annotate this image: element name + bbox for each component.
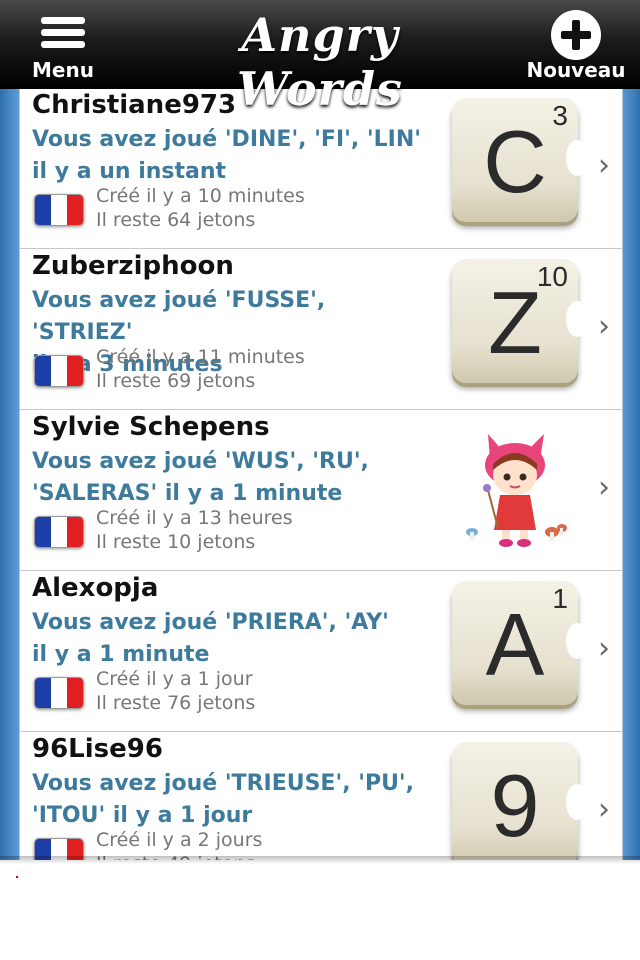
game-row[interactable]: Zuberziphoon Vous avez joué 'FUSSE', 'ST… <box>20 249 622 410</box>
opponent-name: Sylvie Schepens <box>32 412 270 442</box>
game-meta: Créé il y a 1 jour Il reste 76 jetons <box>96 667 255 715</box>
tile-points: 10 <box>536 261 568 292</box>
last-move-line: Vous avez joué 'TRIEUSE', 'PU', <box>32 771 415 796</box>
hamburger-icon <box>41 17 85 53</box>
tile-letter: 9 <box>490 756 540 855</box>
opponent-tile: C 3 <box>452 98 588 222</box>
last-move-text: Vous avez joué 'PRIERA', 'AY' il y a 1 m… <box>32 607 432 671</box>
girl-avatar-icon <box>466 434 567 547</box>
last-move-line: Vous avez joué 'DINE', 'FI', 'LIN' <box>32 127 421 152</box>
plus-circle-icon <box>551 10 601 60</box>
game-row[interactable]: Sylvie Schepens Vous avez joué 'WUS', 'R… <box>20 410 622 571</box>
new-game-button[interactable]: Nouveau <box>522 0 630 88</box>
created-text: Créé il y a 2 jours <box>96 829 263 851</box>
stray-dot <box>16 876 18 878</box>
last-move-line: Vous avez joué 'FUSSE', 'STRIEZ' <box>32 288 326 345</box>
last-move-line: Vous avez joué 'WUS', 'RU', <box>32 449 369 474</box>
top-bar: Menu Angry Words Nouveau <box>0 0 640 116</box>
france-flag-icon <box>34 516 84 548</box>
menu-button[interactable]: Menu <box>20 0 106 88</box>
games-list: Christiane973 Vous avez joué 'DINE', 'FI… <box>19 88 623 860</box>
opponent-tile: A 1 <box>452 581 588 705</box>
remaining-tiles-text: Il reste 64 jetons <box>96 209 256 231</box>
france-flag-icon <box>34 677 84 709</box>
game-row[interactable]: Alexopja Vous avez joué 'PRIERA', 'AY' i… <box>20 571 622 732</box>
menu-label: Menu <box>32 58 94 82</box>
remaining-tiles-text: Il reste 76 jetons <box>96 692 256 714</box>
chevron-right-icon: › <box>598 792 610 827</box>
created-text: Créé il y a 1 jour <box>96 668 253 690</box>
game-row[interactable]: 96Lise96 Vous avez joué 'TRIEUSE', 'PU',… <box>20 732 622 860</box>
opponent-tile: 9 <box>452 742 588 860</box>
game-meta: Créé il y a 10 minutes Il reste 64 jeton… <box>96 184 305 232</box>
opponent-name: 96Lise96 <box>32 734 163 764</box>
tile-points: 1 <box>552 583 568 614</box>
chevron-right-icon: › <box>598 309 610 344</box>
app-title: Angry Words <box>237 8 403 116</box>
game-meta: Créé il y a 11 minutes Il reste 69 jeton… <box>96 345 305 393</box>
bottom-shadow <box>0 856 640 864</box>
created-text: Créé il y a 11 minutes <box>96 346 305 368</box>
created-text: Créé il y a 13 heures <box>96 507 293 529</box>
france-flag-icon <box>34 355 84 387</box>
france-flag-icon <box>34 194 84 226</box>
remaining-tiles-text: Il reste 10 jetons <box>96 531 256 553</box>
game-meta: Créé il y a 13 heures Il reste 10 jetons <box>96 506 293 554</box>
created-text: Créé il y a 10 minutes <box>96 185 305 207</box>
last-move-text: Vous avez joué 'DINE', 'FI', 'LIN' il y … <box>32 124 432 188</box>
chevron-right-icon: › <box>598 631 610 666</box>
last-move-line: Vous avez joué 'PRIERA', 'AY' <box>32 610 389 635</box>
chevron-right-icon: › <box>598 470 610 505</box>
opponent-name: Zuberziphoon <box>32 251 234 281</box>
opponent-tile: Z 10 <box>452 259 588 383</box>
new-game-label: Nouveau <box>526 58 626 82</box>
last-move-text: Vous avez joué 'TRIEUSE', 'PU', 'ITOU' i… <box>32 768 432 832</box>
last-move-text: Vous avez joué 'WUS', 'RU', 'SALERAS' il… <box>32 446 432 510</box>
app-screen: Menu Angry Words Nouveau Christiane973 V… <box>0 0 640 860</box>
chevron-right-icon: › <box>598 148 610 183</box>
remaining-tiles-text: Il reste 69 jetons <box>96 370 256 392</box>
tile-points: 3 <box>552 100 568 131</box>
opponent-name: Alexopja <box>32 573 159 603</box>
